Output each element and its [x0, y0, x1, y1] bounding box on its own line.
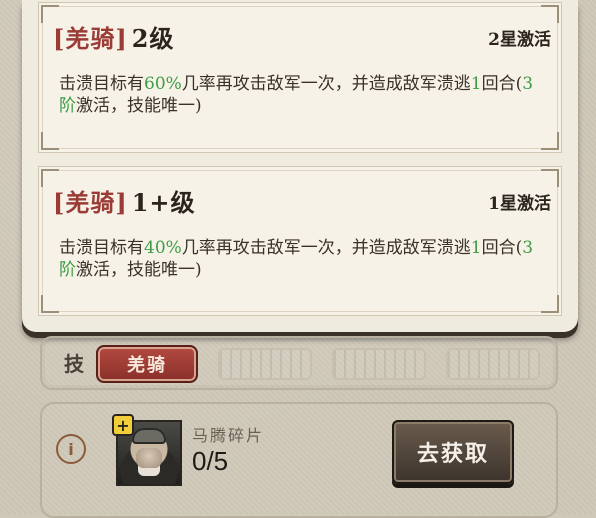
desc-text: 击溃目标有: [59, 74, 144, 94]
fragment-name: 马腾碎片: [192, 426, 265, 445]
desc-text: 激活，技能唯一): [76, 260, 202, 280]
obtain-button[interactable]: 去获取: [392, 420, 514, 484]
skill-slot-empty[interactable]: [332, 348, 426, 380]
skill-name: 羌骑: [65, 24, 116, 53]
desc-text: 回合(: [481, 74, 523, 94]
skill-tab-active[interactable]: 羌骑: [96, 345, 198, 383]
bracket-right: ]: [115, 188, 128, 217]
skill-strip-label: 技: [64, 352, 84, 376]
info-icon[interactable]: i: [56, 434, 86, 464]
desc-chance: 60%: [144, 74, 182, 94]
corner-ornament: [541, 295, 559, 313]
star-activation-label: 1星激活: [488, 194, 551, 214]
desc-text: 几率再攻击敌军一次，并造成敌军溃逃: [181, 74, 471, 94]
desc-text: 几率再攻击敌军一次，并造成敌军溃逃: [181, 238, 471, 258]
bracket-right: ]: [115, 24, 128, 53]
skill-title: [羌骑] 1+级: [53, 183, 196, 218]
fragment-panel: i + 马腾碎片 0/5 去获取: [40, 402, 558, 518]
skill-card: [羌骑] 1+级 1星激活 击溃目标有40%几率再攻击敌军一次，并造成敌军溃逃1回…: [38, 166, 562, 316]
skill-description: 击溃目标有40%几率再攻击敌军一次，并造成敌军溃逃1回合(3阶激活，技能唯一): [59, 237, 547, 281]
skill-level: 2级: [131, 24, 175, 53]
desc-text: 击溃目标有: [59, 238, 144, 258]
desc-text: 回合(: [481, 238, 523, 258]
bracket-left: [: [53, 188, 66, 217]
desc-chance: 40%: [144, 238, 182, 258]
corner-ornament: [541, 132, 559, 150]
desc-rounds: 1: [470, 74, 482, 94]
skill-slot-empty[interactable]: [446, 348, 540, 380]
desc-rounds: 1: [470, 238, 482, 258]
fragment-count: 0/5: [192, 446, 229, 476]
plus-icon: +: [112, 414, 134, 436]
corner-ornament: [541, 169, 559, 187]
desc-text: 激活，技能唯一): [76, 96, 202, 116]
corner-ornament: [41, 295, 59, 313]
skill-description: 击溃目标有60%几率再攻击敌军一次，并造成敌军溃逃1回合(3阶激活，技能唯一): [59, 73, 547, 117]
bracket-left: [: [53, 24, 66, 53]
skill-card: [羌骑] 2级 2星激活 击溃目标有60%几率再攻击敌军一次，并造成敌军溃逃1回合…: [38, 2, 562, 153]
skill-level: 1+级: [131, 188, 196, 217]
corner-ornament: [541, 5, 559, 23]
skill-title: [羌骑] 2级: [53, 19, 174, 54]
skill-tab-strip: 技 羌骑: [40, 336, 558, 390]
corner-ornament: [41, 132, 59, 150]
skill-slot-empty[interactable]: [218, 348, 312, 380]
star-activation-label: 2星激活: [488, 30, 551, 50]
skill-name: 羌骑: [65, 188, 116, 217]
